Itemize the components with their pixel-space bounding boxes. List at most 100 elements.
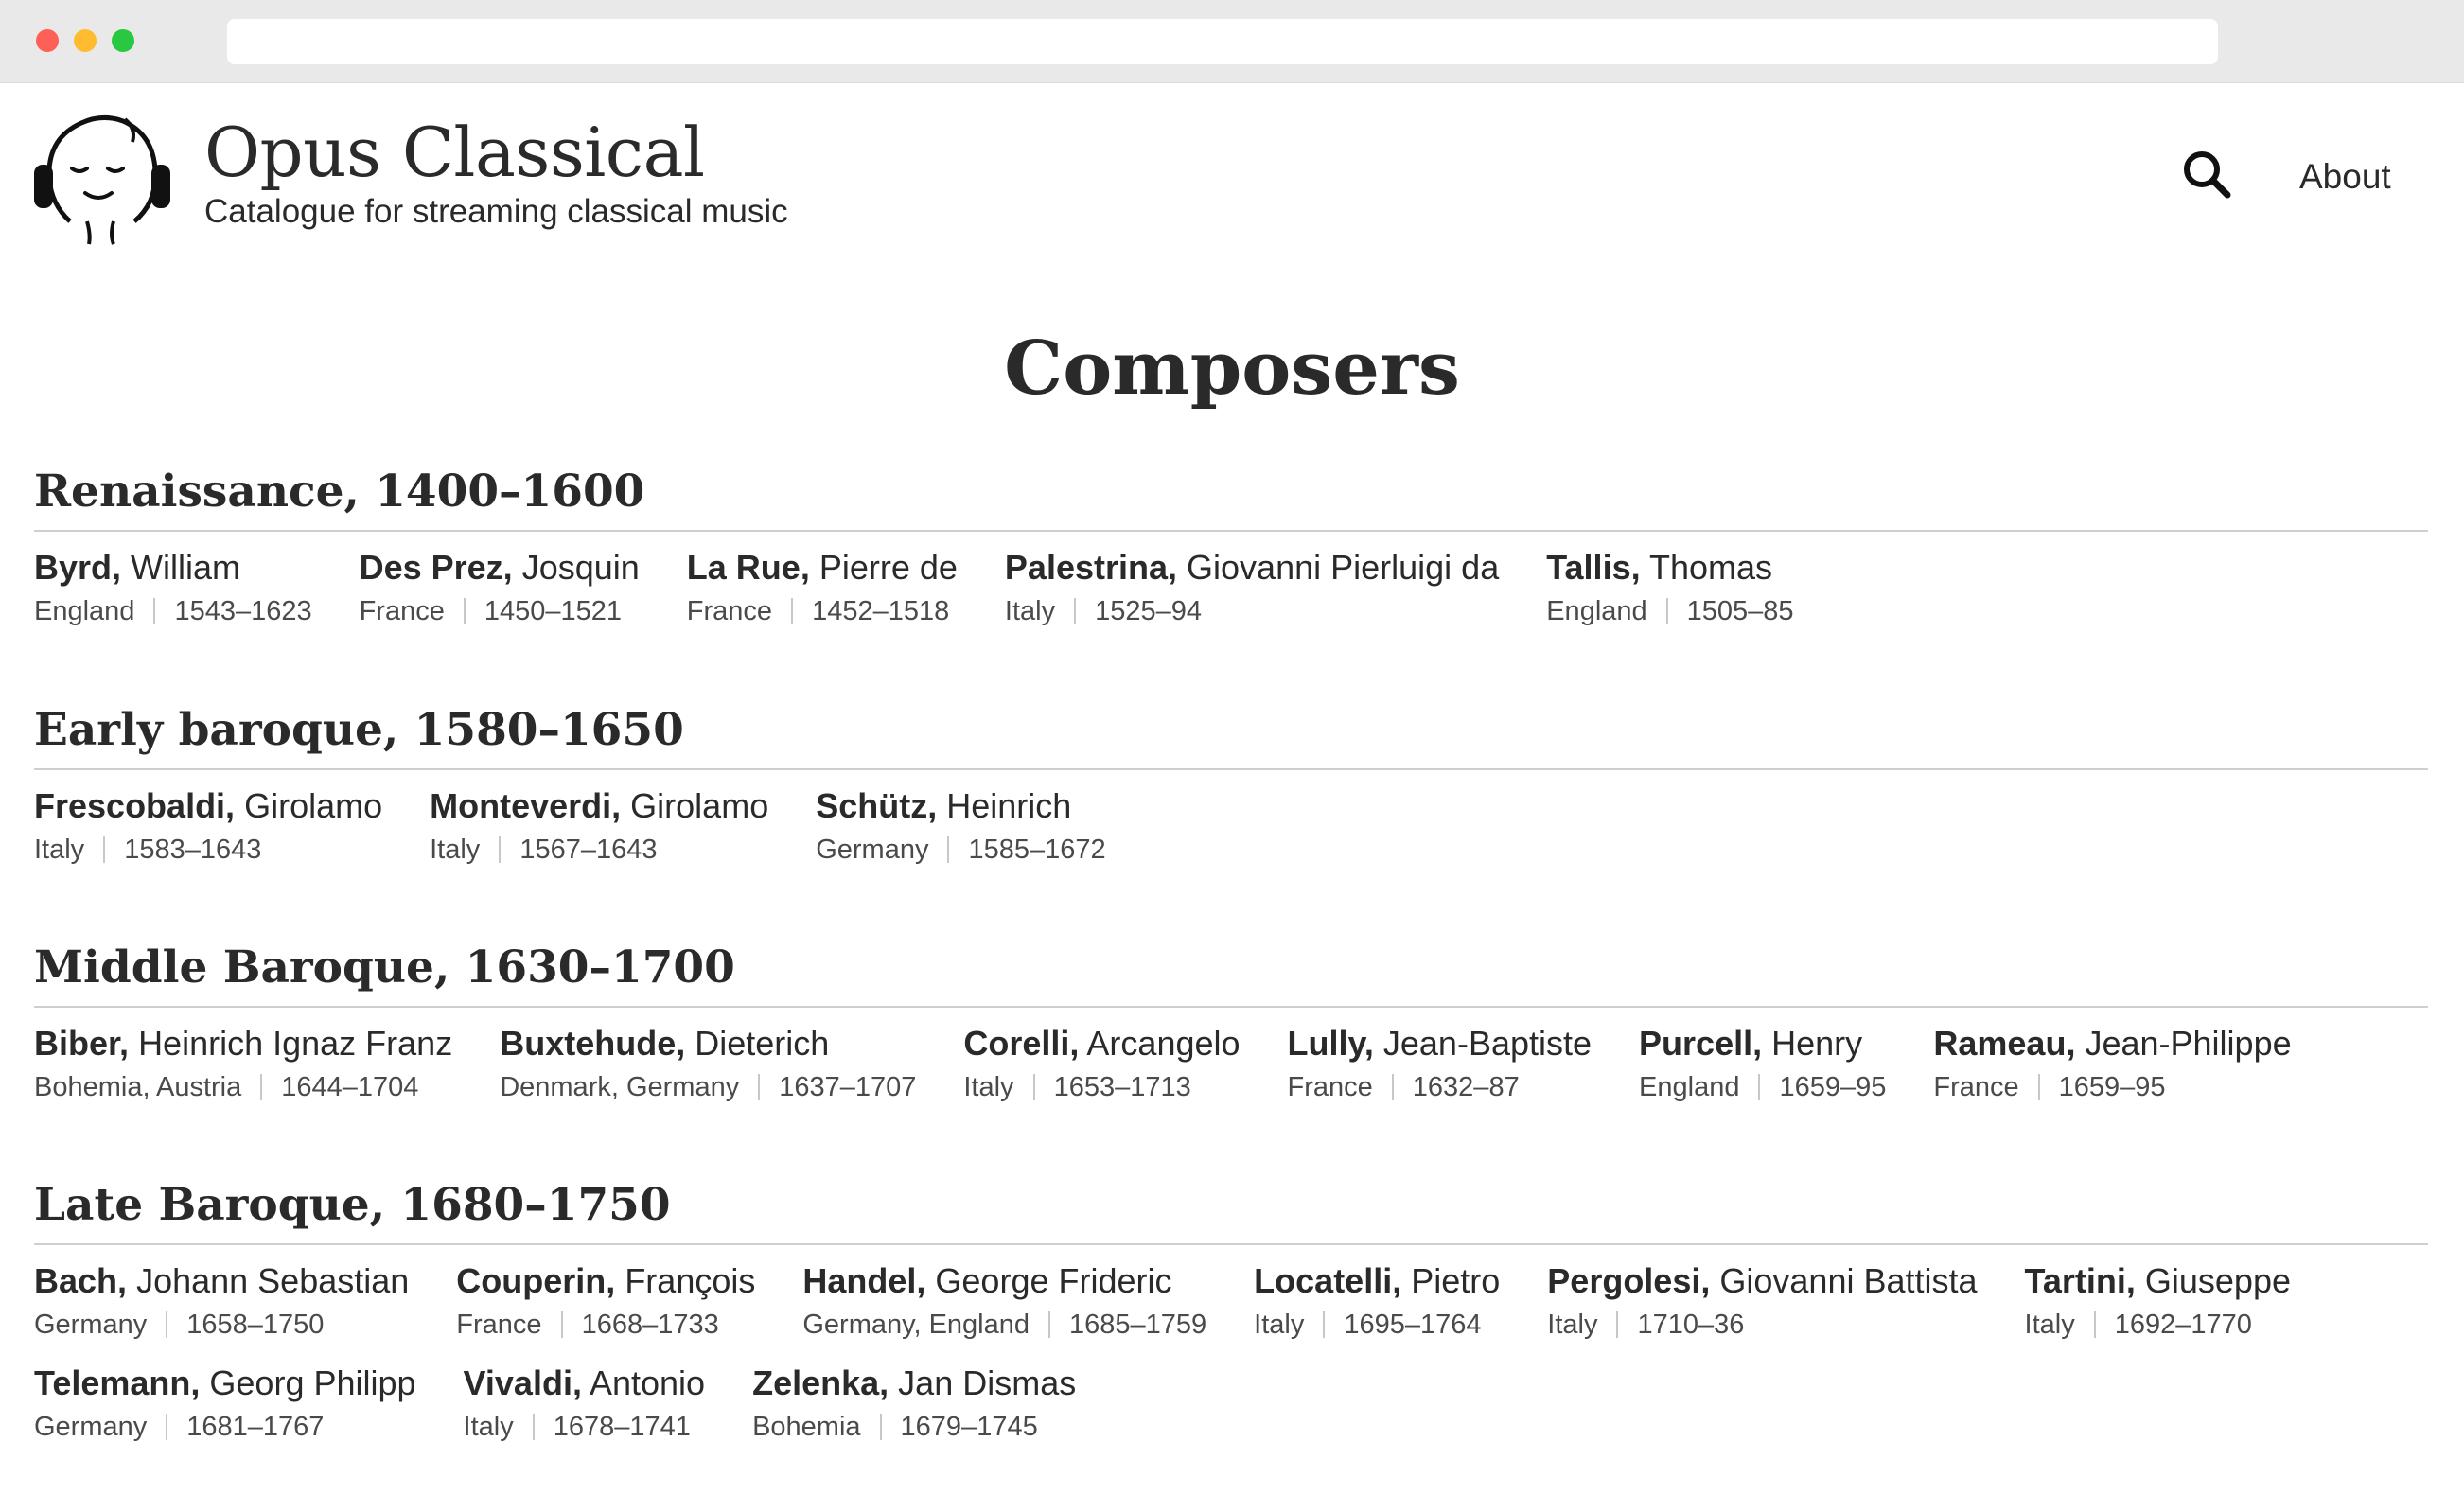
meta-divider <box>791 598 794 624</box>
about-link[interactable]: About <box>2299 155 2391 199</box>
composer-name[interactable]: Locatelli, Pietro <box>1254 1258 1500 1304</box>
composer-name[interactable]: Buxtehude, Dieterich <box>500 1021 916 1066</box>
composer-years: 1681–1767 <box>186 1412 325 1442</box>
site-logo[interactable] <box>32 110 172 246</box>
composer-last-name: Vivaldi, <box>463 1363 582 1402</box>
composer-first-name: Josquin <box>521 548 640 587</box>
composer-meta: Italy 1678–1741 <box>464 1406 706 1448</box>
composer-country: Italy <box>430 835 481 865</box>
composer-first-name: Giuseppe <box>2144 1261 2291 1300</box>
composer-name[interactable]: Zelenka, Jan Dismas <box>752 1361 1076 1406</box>
composer-card[interactable]: Corelli, Arcangelo Italy 1653–1713 <box>963 1021 1240 1108</box>
composer-card[interactable]: Handel, George Frideric Germany, England 1… <box>802 1258 1206 1346</box>
composer-first-name: Giovanni Battista <box>1719 1261 1978 1300</box>
composer-name[interactable]: Corelli, Arcangelo <box>963 1021 1240 1066</box>
composer-name[interactable]: Tartini, Giuseppe <box>2025 1258 2291 1304</box>
composer-country: England <box>1639 1072 1740 1102</box>
composer-last-name: Palestrina, <box>1004 548 1178 587</box>
composer-card[interactable]: Tallis, Thomas England 1505–85 <box>1546 545 1793 632</box>
meta-divider <box>947 836 950 863</box>
composer-meta: France 1659–95 <box>1933 1066 2291 1108</box>
composer-meta: Germany 1585–1672 <box>816 829 1105 871</box>
composer-name[interactable]: Rameau, Jean-Philippe <box>1933 1021 2291 1066</box>
composer-name[interactable]: Purcell, Henry <box>1639 1021 1886 1066</box>
composer-name[interactable]: Byrd, William <box>34 545 312 590</box>
composer-meta: France 1450–1521 <box>360 590 640 632</box>
composer-card[interactable]: La Rue, Pierre de France 1452–1518 <box>687 545 958 632</box>
composer-meta: Denmark, Germany 1637–1707 <box>500 1066 916 1108</box>
composer-card[interactable]: Monteverdi, Girolamo Italy 1567–1643 <box>430 783 768 871</box>
search-button[interactable] <box>2180 148 2233 201</box>
composer-meta: Italy 1695–1764 <box>1254 1304 1500 1346</box>
page-title: Composers <box>1004 325 1460 412</box>
composer-card[interactable]: Schütz, Heinrich Germany 1585–1672 <box>816 783 1105 871</box>
composer-card[interactable]: Byrd, William England 1543–1623 <box>34 545 312 632</box>
composer-card[interactable]: Frescobaldi, Girolamo Italy 1583–1643 <box>34 783 382 871</box>
composer-card[interactable]: Des Prez, Josquin France 1450–1521 <box>360 545 640 632</box>
composer-name[interactable]: Pergolesi, Giovanni Battista <box>1547 1258 1977 1304</box>
composer-name[interactable]: Bach, Johann Sebastian <box>34 1258 409 1304</box>
composer-name[interactable]: Telemann, Georg Philipp <box>34 1361 416 1406</box>
composer-country: Italy <box>34 835 85 865</box>
composer-card[interactable]: Tartini, Giuseppe Italy 1692–1770 <box>2025 1258 2291 1346</box>
composer-last-name: Tartini, <box>2024 1261 2136 1300</box>
composer-name[interactable]: Handel, George Frideric <box>802 1258 1206 1304</box>
composer-card[interactable]: Lully, Jean-Baptiste France 1632–87 <box>1288 1021 1593 1108</box>
period-heading: Middle Baroque, 1630–1700 <box>34 940 2428 1008</box>
composer-card[interactable]: Purcell, Henry England 1659–95 <box>1639 1021 1886 1108</box>
composer-first-name: William <box>131 548 241 587</box>
composer-name[interactable]: Biber, Heinrich Ignaz Franz <box>34 1021 452 1066</box>
composer-card[interactable]: Biber, Heinrich Ignaz Franz Bohemia, Aust… <box>34 1021 452 1108</box>
composer-card[interactable]: Zelenka, Jan Dismas Bohemia 1679–1745 <box>752 1361 1076 1448</box>
composer-first-name: Thomas <box>1648 548 1772 587</box>
period-heading: Early baroque, 1580–1650 <box>34 702 2428 770</box>
composer-name[interactable]: Lully, Jean-Baptiste <box>1288 1021 1593 1066</box>
composer-card[interactable]: Buxtehude, Dieterich Denmark, Germany 1637… <box>500 1021 916 1108</box>
composer-card[interactable]: Bach, Johann Sebastian Germany 1658–1750 <box>34 1258 409 1346</box>
composer-name[interactable]: Schütz, Heinrich <box>816 783 1105 829</box>
composer-last-name: Des Prez, <box>359 548 513 587</box>
composer-last-name: Pergolesi, <box>1547 1261 1711 1300</box>
composer-last-name: Monteverdi, <box>430 786 622 825</box>
maximize-window-button[interactable] <box>112 29 134 52</box>
composer-card[interactable]: Telemann, Georg Philipp Germany 1681–1767 <box>34 1361 416 1448</box>
composer-name[interactable]: Vivaldi, Antonio <box>464 1361 706 1406</box>
composer-card[interactable]: Rameau, Jean-Philippe France 1659–95 <box>1933 1021 2291 1108</box>
meta-divider <box>103 836 106 863</box>
composer-name[interactable]: Monteverdi, Girolamo <box>430 783 768 829</box>
composer-first-name: Heinrich Ignaz Franz <box>138 1024 453 1063</box>
site-title[interactable]: Opus Classical <box>204 110 705 195</box>
composer-country: Italy <box>2024 1310 2075 1340</box>
composer-grid: Byrd, William England 1543–1623 Des Prez, J… <box>34 545 2428 632</box>
composer-card[interactable]: Pergolesi, Giovanni Battista Italy 1710–36 <box>1547 1258 1977 1346</box>
composer-country: Italy <box>963 1072 1014 1102</box>
composer-years: 1452–1518 <box>812 596 950 626</box>
composer-name[interactable]: Couperin, François <box>456 1258 755 1304</box>
meta-divider <box>463 598 466 624</box>
composer-name[interactable]: La Rue, Pierre de <box>687 545 958 590</box>
composer-years: 1505–85 <box>1686 596 1794 626</box>
minimize-window-button[interactable] <box>74 29 97 52</box>
composer-name[interactable]: Des Prez, Josquin <box>360 545 640 590</box>
address-bar[interactable] <box>227 19 2218 64</box>
period-section: Middle Baroque, 1630–1700 Biber, Heinrich… <box>34 940 2428 1108</box>
composer-card[interactable]: Couperin, François France 1668–1733 <box>456 1258 755 1346</box>
composer-name[interactable]: Tallis, Thomas <box>1546 545 1793 590</box>
composer-years: 1678–1741 <box>553 1412 691 1442</box>
composer-years: 1685–1759 <box>1069 1310 1207 1340</box>
composer-name[interactable]: Frescobaldi, Girolamo <box>34 783 382 829</box>
period-section: Renaissance, 1400–1600 Byrd, William Engla… <box>34 464 2428 632</box>
composer-first-name: Jan Dismas <box>898 1363 1077 1402</box>
composer-first-name: François <box>625 1261 756 1300</box>
composer-card[interactable]: Vivaldi, Antonio Italy 1678–1741 <box>464 1361 706 1448</box>
period-section: Late Baroque, 1680–1750 Bach, Johann Seba… <box>34 1177 2428 1448</box>
composer-country: Germany, England <box>802 1310 1030 1340</box>
close-window-button[interactable] <box>36 29 59 52</box>
meta-divider <box>166 1414 168 1440</box>
composer-card[interactable]: Locatelli, Pietro Italy 1695–1764 <box>1254 1258 1500 1346</box>
composer-name[interactable]: Palestrina, Giovanni Pierluigi da <box>1005 545 1499 590</box>
composer-card[interactable]: Palestrina, Giovanni Pierluigi da Italy 15… <box>1005 545 1499 632</box>
composer-meta: Italy 1567–1643 <box>430 829 768 871</box>
composer-country: Bohemia, Austria <box>34 1072 242 1102</box>
composer-meta: Germany, England 1685–1759 <box>802 1304 1206 1346</box>
